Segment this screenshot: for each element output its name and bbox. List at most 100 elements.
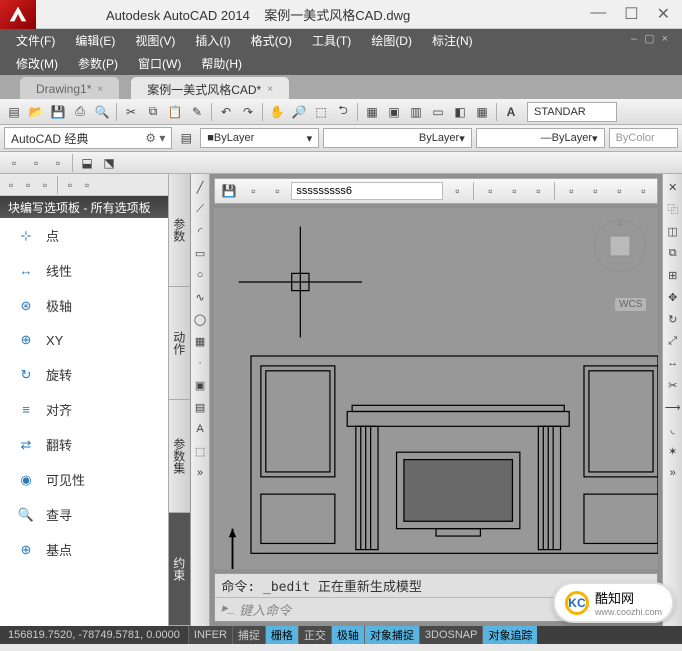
status-极轴[interactable]: 极轴	[331, 626, 364, 644]
zoom-prev-icon[interactable]: ⮌	[333, 102, 353, 122]
zoom-icon[interactable]: 🔎	[289, 102, 309, 122]
doc-tab[interactable]: 案例一美式风格CAD*×	[131, 77, 289, 99]
status-栅格[interactable]: 栅格	[265, 626, 298, 644]
layer-props-icon[interactable]: ▤	[176, 128, 196, 148]
preview-icon[interactable]: 🔍	[92, 102, 112, 122]
wcs-label[interactable]: WCS	[615, 298, 646, 311]
array-icon[interactable]: ⊞	[664, 266, 682, 284]
text-style-icon[interactable]: A	[501, 102, 521, 122]
status-INFER[interactable]: INFER	[188, 626, 232, 644]
menu-格式(O)[interactable]: 格式(O)	[241, 29, 302, 52]
print-icon[interactable]: ⎙	[70, 102, 90, 122]
mirror-icon[interactable]: ◫	[664, 222, 682, 240]
open-icon[interactable]: 📂	[26, 102, 46, 122]
palette-item-可见性[interactable]: ◉可见性	[0, 462, 168, 497]
status-捕捉[interactable]: 捕捉	[232, 626, 265, 644]
erase-icon[interactable]: ✕	[664, 178, 682, 196]
palette-item-极轴[interactable]: ⊛极轴	[0, 288, 168, 323]
palette-item-翻转[interactable]: ⇄翻转	[0, 427, 168, 462]
ellipse-icon[interactable]: ◯	[191, 310, 209, 328]
linetype-combo[interactable]: ByLayer ▾	[323, 128, 472, 148]
redo-icon[interactable]: ↷	[238, 102, 258, 122]
hatch-icon[interactable]: ▦	[191, 332, 209, 350]
extend-icon[interactable]: ⟶	[664, 398, 682, 416]
color-combo[interactable]: ByColor	[609, 128, 678, 148]
palette-item-线性[interactable]: ↔线性	[0, 253, 168, 288]
calc-icon[interactable]: ▦	[472, 102, 492, 122]
sidetab-动作[interactable]: 动作	[169, 287, 190, 400]
be-close-icon[interactable]: ▫	[447, 181, 467, 201]
scale-icon[interactable]: ⤢	[664, 332, 682, 350]
menu-视图(V)[interactable]: 视图(V)	[125, 29, 185, 52]
move-icon[interactable]: ✥	[664, 288, 682, 306]
pal-btn1[interactable]: ▫	[4, 178, 18, 192]
menu-窗口(W)[interactable]: 窗口(W)	[128, 52, 191, 75]
workspace-selector[interactable]: AutoCAD 经典⚙ ▾	[4, 127, 172, 149]
paste-icon[interactable]: 📋	[165, 102, 185, 122]
sheet-icon[interactable]: ▭	[428, 102, 448, 122]
status-对象捕捉[interactable]: 对象捕捉	[364, 626, 419, 644]
match-icon[interactable]: ✎	[187, 102, 207, 122]
palette-item-对齐[interactable]: ≡对齐	[0, 392, 168, 427]
menu-文件(F)[interactable]: 文件(F)	[6, 29, 65, 52]
menu-编辑(E)[interactable]: 编辑(E)	[65, 29, 125, 52]
pal-btn5[interactable]: ▫	[80, 178, 94, 192]
block-icon-4[interactable]: ⬓	[77, 153, 97, 173]
circle-icon[interactable]: ○	[191, 266, 209, 284]
copy-obj-icon[interactable]: ⿻	[664, 200, 682, 218]
design-center-icon[interactable]: ▣	[384, 102, 404, 122]
menu-参数(P)[interactable]: 参数(P)	[68, 52, 128, 75]
status-3DOSNAP[interactable]: 3DOSNAP	[419, 626, 483, 644]
block-icon-2[interactable]: ▫	[26, 153, 46, 173]
explode-icon[interactable]: ✶	[664, 442, 682, 460]
rotate-icon[interactable]: ↻	[664, 310, 682, 328]
pal-btn3[interactable]: ▫	[38, 178, 52, 192]
be-c-icon[interactable]: ▫	[528, 181, 548, 201]
region-icon[interactable]: ⬚	[191, 442, 209, 460]
be-f-icon[interactable]: ▫	[609, 181, 629, 201]
maximize-button[interactable]: ☐	[624, 4, 638, 24]
menu-标注(N)[interactable]: 标注(N)	[422, 29, 483, 52]
tool-palette-icon[interactable]: ▥	[406, 102, 426, 122]
new-icon[interactable]: ▤	[4, 102, 24, 122]
sidetab-约束[interactable]: 约束	[169, 513, 190, 626]
pal-btn4[interactable]: ▫	[63, 178, 77, 192]
status-对象追踪[interactable]: 对象追踪	[482, 626, 537, 644]
block-icon-3[interactable]: ▫	[48, 153, 68, 173]
text-style-combo[interactable]: STANDAR	[527, 102, 617, 122]
copy-icon[interactable]: ⧉	[143, 102, 163, 122]
block-name-input[interactable]	[291, 182, 443, 200]
lineweight-combo[interactable]: — ByLayer ▾	[476, 128, 605, 148]
zoom-window-icon[interactable]: ⬚	[311, 102, 331, 122]
sidetab-参数[interactable]: 参数	[169, 174, 190, 287]
be-save-icon[interactable]: 💾	[219, 181, 239, 201]
spline-icon[interactable]: ∿	[191, 288, 209, 306]
rect-icon[interactable]: ▭	[191, 244, 209, 262]
pan-icon[interactable]: ✋	[267, 102, 287, 122]
mtext-icon[interactable]: A	[191, 420, 209, 438]
status-正交[interactable]: 正交	[298, 626, 331, 644]
gear-icon[interactable]: ⚙ ▾	[145, 131, 165, 145]
save-icon[interactable]: 💾	[48, 102, 68, 122]
menu-帮助(H)[interactable]: 帮助(H)	[191, 52, 252, 75]
be-a-icon[interactable]: ▫	[480, 181, 500, 201]
trim-icon[interactable]: ✂	[664, 376, 682, 394]
line-icon[interactable]: ╱	[191, 178, 209, 196]
tab-close-icon[interactable]: ×	[97, 84, 103, 95]
cut-icon[interactable]: ✂	[121, 102, 141, 122]
palette-item-XY[interactable]: ⊕XY	[0, 323, 168, 357]
menu-插入(I)[interactable]: 插入(I)	[185, 29, 240, 52]
drawing-canvas[interactable]: WCS	[214, 208, 658, 569]
doc-tab[interactable]: Drawing1*×	[20, 77, 119, 99]
menu-工具(T)[interactable]: 工具(T)	[302, 29, 361, 52]
more2-icon[interactable]: »	[664, 464, 682, 482]
block-icon-1[interactable]: ▫	[4, 153, 24, 173]
menu-修改(M)[interactable]: 修改(M)	[6, 52, 68, 75]
be-b-icon[interactable]: ▫	[504, 181, 524, 201]
pline-icon[interactable]: ⟋	[191, 200, 209, 218]
minimize-button[interactable]: —	[590, 4, 606, 24]
more-icon[interactable]: »	[191, 464, 209, 482]
markup-icon[interactable]: ◧	[450, 102, 470, 122]
arc-icon[interactable]: ◜	[191, 222, 209, 240]
sidetab-参数集[interactable]: 参数集	[169, 400, 190, 513]
